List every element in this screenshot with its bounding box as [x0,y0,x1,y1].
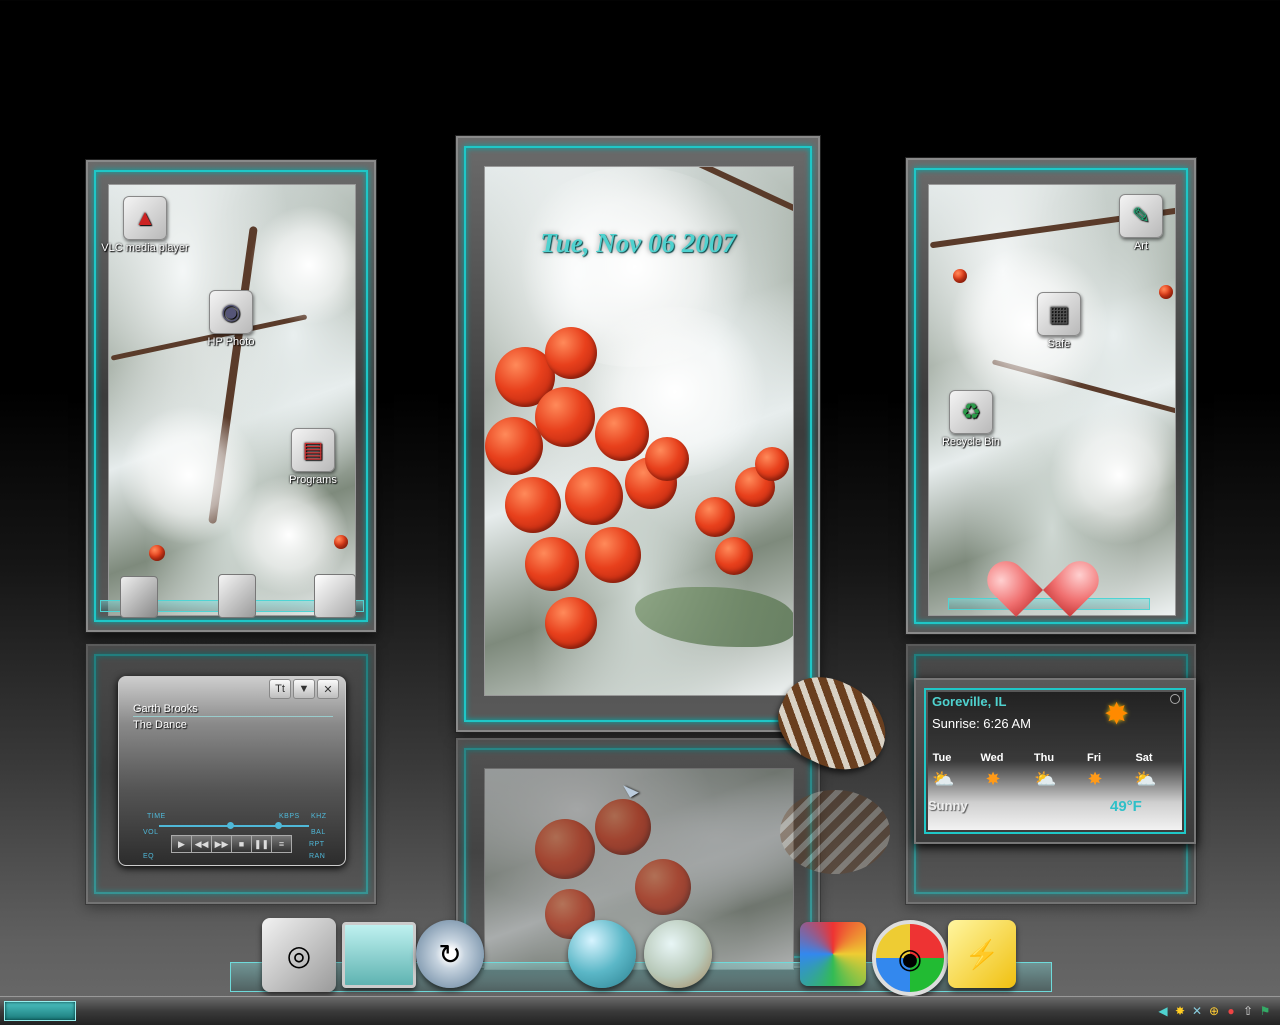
tray-arrow-icon[interactable]: ◀ [1156,1004,1170,1018]
desktop-icon-label: VLC media player [101,242,189,254]
tray-security-icon[interactable]: ● [1224,1004,1238,1018]
dock-firefox-icon[interactable] [644,920,712,988]
desktop-icon-label: HP Photo [207,336,255,348]
stop-button[interactable]: ■ [231,835,252,853]
vlc-icon: ▲ [123,196,167,240]
tray-sun-icon[interactable]: ✸ [1173,1004,1187,1018]
temperature: 49°F [1110,798,1142,815]
dock-xfire-icon[interactable] [800,922,866,986]
ran-label[interactable]: RAN [309,853,325,860]
playlist-button[interactable]: ≡ [271,835,292,853]
tray-globe-icon[interactable]: ⊕ [1207,1004,1221,1018]
media-player-widget[interactable]: Tt ▼ ✕ Garth Brooks The Dance TIME KBPS … [118,676,346,866]
dock-folder-icon[interactable]: ◎ [262,918,336,992]
shelf-icon-box[interactable] [314,574,356,618]
shelf-icon-pencils[interactable] [218,574,256,618]
seek-slider[interactable] [159,825,309,827]
cloud-sun-icon: ⛅ [932,769,955,789]
forecast-day: Sat [1135,752,1153,764]
vol-label: VOL [143,829,159,836]
track-text: The Dance [133,719,187,731]
desktop-icon-vlc[interactable]: ▲ VLC media player [100,196,190,254]
desktop-icon-safe[interactable]: ▦ Safe [1014,292,1104,350]
rpt-label[interactable]: RPT [309,841,325,848]
taskbar: ◀ ✸ ✕ ⊕ ● ⇧ ⚑ [0,996,1280,1025]
heart-clock-icon[interactable] [979,548,1107,617]
cloud-sun-icon: ⛅ [1034,769,1057,789]
volume-handle[interactable] [275,822,282,829]
sun-icon: ✸ [985,769,1001,789]
pause-button[interactable]: ❚❚ [251,835,272,853]
weather-face: Goreville, IL Sunrise: 6:26 AM ✸ Tue Wed… [928,692,1182,830]
weather-location: Goreville, IL [932,694,1007,709]
center-photo-frame: Tue, Nov 06 2007 [456,136,820,732]
forecast-day: Tue [932,752,952,764]
desktop-icon-label: Art [1133,240,1149,252]
recycle-bin-icon: ♻ [949,390,993,434]
minimize-button[interactable]: ▼ [293,679,315,699]
programs-icon: ▤ [291,428,335,472]
forward-button[interactable]: ▶▶ [211,835,232,853]
play-button[interactable]: ▶ [171,835,192,853]
forecast-day: Fri [1086,752,1102,764]
rewind-button[interactable]: ◀◀ [191,835,212,853]
cloud-sun-icon: ⛅ [1134,769,1157,789]
system-tray: ◀ ✸ ✕ ⊕ ● ⇧ ⚑ [1152,1001,1272,1021]
safe-icon: ▦ [1037,292,1081,336]
kbps-label: KBPS [279,813,300,820]
frame-photo-reflection [484,768,794,970]
desktop-icon-programs[interactable]: ▤ Programs [268,428,358,486]
seek-handle[interactable] [227,822,234,829]
forecast-day: Wed [980,752,1004,764]
tray-update-icon[interactable]: ⇧ [1241,1004,1255,1018]
close-button[interactable]: ✕ [317,679,339,699]
desktop-icon-art[interactable]: ✎ Art [1096,194,1186,252]
start-button[interactable] [4,1001,76,1021]
dock-lightning-icon[interactable]: ⚡ [948,920,1016,988]
eq-label[interactable]: EQ [143,853,154,860]
weather-condition: Sunny [928,798,968,813]
date-display: Tue, Nov 06 2007 [540,228,736,258]
title-button[interactable]: Tt [269,679,291,699]
tray-network-icon[interactable]: ✕ [1190,1004,1204,1018]
desktop-icon-recycle-bin[interactable]: ♻ Recycle Bin [926,390,1016,448]
art-icon: ✎ [1119,194,1163,238]
bal-label: BAL [311,829,326,836]
sun-icon: ✸ [1087,769,1103,789]
dock-globe-icon[interactable] [568,920,636,988]
progress-line [133,716,333,717]
sunrise-text: Sunrise: 6:26 AM [932,716,1031,731]
pinecone-reflection [780,790,890,874]
tray-flag-icon[interactable]: ⚑ [1258,1004,1272,1018]
desktop-icon-label: Programs [289,474,337,486]
dock-monitor-icon[interactable] [342,922,416,988]
status-dot[interactable] [1170,694,1180,704]
shelf-icon-paint[interactable] [120,576,158,618]
camera-icon: ◉ [209,290,253,334]
artist-text: Garth Brooks [133,703,198,715]
weather-widget[interactable]: Goreville, IL Sunrise: 6:26 AM ✸ Tue Wed… [914,678,1196,844]
pinecone-icon [764,662,901,786]
dock-media-center-icon[interactable]: ◉ [872,920,948,996]
khz-label: KHZ [311,813,327,820]
desktop-icon-label: Recycle Bin [941,436,1001,448]
desktop-icon-label: Safe [1047,338,1071,350]
desktop-icon-hp-photo[interactable]: ◉ HP Photo [186,290,276,348]
time-label: TIME [147,813,166,820]
dock-dvd-icon[interactable]: ↻ [416,920,484,988]
sun-icon: ✸ [1104,698,1130,731]
forecast-day: Thu [1033,752,1055,764]
